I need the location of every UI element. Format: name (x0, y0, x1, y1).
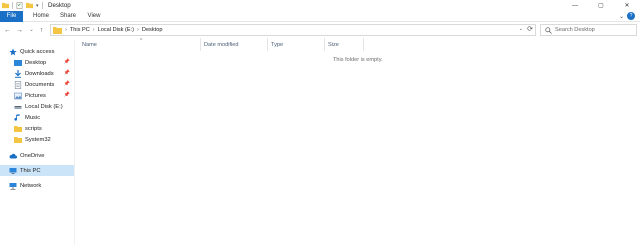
search-icon (545, 26, 552, 34)
forward-button[interactable]: → (15, 25, 24, 35)
sidebar-item-label: OneDrive (20, 152, 45, 159)
minimize-button[interactable]: — (562, 0, 588, 11)
empty-folder-message: This folder is empty. (333, 57, 383, 63)
navigation-pane: Quick access Desktop 📌 Downloads 📌 Docum… (0, 40, 74, 245)
breadcrumb-local-disk[interactable]: Local Disk (E:) (98, 27, 134, 33)
window-title: Desktop (48, 2, 71, 9)
breadcrumb-separator: › (137, 27, 139, 33)
sidebar-item-scripts[interactable]: scripts (0, 123, 74, 134)
breadcrumb-desktop[interactable]: Desktop (142, 27, 163, 33)
sidebar-item-label: System32 (25, 136, 51, 143)
tab-share[interactable]: Share (57, 11, 79, 22)
recent-locations-button[interactable]: ⌄ (27, 25, 36, 35)
pin-icon[interactable]: 📌 (64, 92, 70, 98)
column-header-type[interactable]: Type (268, 38, 325, 51)
address-bar[interactable]: › This PC › Local Disk (E:) › Desktop ⌄ … (50, 24, 536, 36)
sidebar-item-pictures[interactable]: Pictures 📌 (0, 90, 74, 101)
folder-icon (14, 125, 22, 132)
folder-app-icon (2, 2, 9, 9)
sidebar-item-onedrive[interactable]: OneDrive (0, 150, 74, 161)
sidebar-item-documents[interactable]: Documents 📌 (0, 79, 74, 90)
new-folder-icon[interactable] (26, 2, 33, 9)
sidebar-item-network[interactable]: Network (0, 180, 74, 191)
up-button[interactable]: ↑ (37, 25, 46, 35)
breadcrumb-separator: › (92, 27, 95, 33)
tab-file[interactable]: File (0, 11, 23, 22)
address-row: ← → ⌄ ↑ › This PC › Local Disk (E:) › De… (0, 22, 640, 38)
properties-icon[interactable] (16, 2, 23, 9)
column-header-name[interactable]: Name (79, 38, 201, 51)
download-icon (15, 69, 21, 78)
sidebar-item-quick-access[interactable]: Quick access (0, 46, 74, 57)
desktop-folder-icon (14, 59, 22, 66)
ribbon-tabs: File Home Share View ⌄ ? (0, 11, 640, 22)
pin-icon[interactable]: 📌 (64, 59, 70, 65)
search-box[interactable]: Search Desktop (540, 24, 637, 36)
sidebar-item-label: Local Disk (E:) (25, 103, 63, 110)
toolbar-divider (41, 2, 43, 9)
column-header-date-modified[interactable]: Date modified (201, 38, 268, 51)
expand-ribbon-icon[interactable]: ⌄ (619, 13, 624, 20)
sidebar-item-desktop[interactable]: Desktop 📌 (0, 57, 74, 68)
sidebar-item-local-disk[interactable]: Local Disk (E:) (0, 101, 74, 112)
sidebar-item-this-pc[interactable]: This PC (0, 165, 74, 176)
sidebar-item-music[interactable]: Music (0, 112, 74, 123)
cloud-icon (9, 153, 17, 158)
folder-icon (53, 27, 62, 34)
picture-icon (14, 92, 22, 99)
sidebar-item-downloads[interactable]: Downloads 📌 (0, 68, 74, 79)
customize-toolbar-icon[interactable]: ▾ (36, 3, 39, 9)
quick-access-toolbar: ▾ (2, 1, 43, 10)
close-button[interactable]: ✕ (614, 0, 640, 11)
sidebar-item-label: Desktop (25, 59, 47, 66)
document-icon (14, 80, 22, 89)
sidebar-item-label: scripts (25, 125, 42, 132)
breadcrumb-this-pc[interactable]: This PC (70, 27, 90, 33)
sidebar-item-label: Pictures (25, 92, 46, 99)
folder-icon (14, 136, 22, 143)
column-header-size[interactable]: Size (325, 38, 364, 51)
pane-divider (74, 40, 75, 245)
title-bar: ▾ Desktop — ▢ ✕ (0, 0, 640, 11)
music-icon (14, 113, 20, 121)
tab-view[interactable]: View (85, 11, 103, 22)
help-icon[interactable]: ? (627, 12, 635, 20)
address-dropdown-icon[interactable]: ⌄ (519, 26, 523, 32)
sidebar-item-system32[interactable]: System32 (0, 134, 74, 145)
back-button[interactable]: ← (3, 25, 12, 35)
pin-icon[interactable]: 📌 (64, 81, 70, 87)
sidebar-item-label: Network (20, 182, 42, 189)
sidebar-item-label: Documents (25, 81, 55, 88)
network-icon (9, 182, 17, 190)
window-controls: — ▢ ✕ (562, 0, 640, 11)
sidebar-item-label: Music (25, 114, 41, 121)
breadcrumb-separator: › (65, 27, 67, 33)
sidebar-item-label: Downloads (25, 70, 54, 77)
star-icon (9, 48, 17, 55)
refresh-icon[interactable]: ⟳ (527, 25, 533, 33)
drive-icon (14, 105, 22, 109)
pin-icon[interactable]: 📌 (64, 70, 70, 76)
computer-icon (9, 167, 17, 174)
sidebar-item-label: This PC (20, 167, 41, 174)
maximize-button[interactable]: ▢ (588, 0, 614, 11)
toolbar-divider (12, 2, 13, 9)
sidebar-item-label: Quick access (20, 48, 55, 55)
tab-home[interactable]: Home (31, 11, 51, 22)
search-input[interactable]: Search Desktop (555, 27, 595, 33)
